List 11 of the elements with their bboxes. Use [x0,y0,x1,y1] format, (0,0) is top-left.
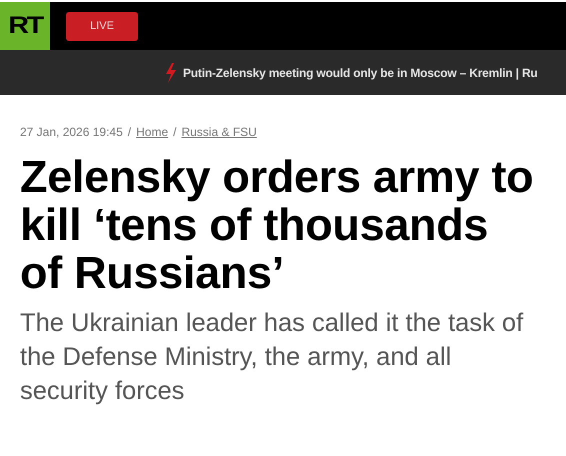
lightning-icon [165,62,177,82]
ticker-headline[interactable]: Putin-Zelensky meeting would only be in Moscow – Kremlin | Ru [183,66,538,80]
breadcrumb-link[interactable]: Home [136,125,168,139]
breadcrumb-separator: / [128,125,132,139]
breadcrumb-link[interactable]: Russia & FSU [181,125,257,139]
article-headline: Zelensky orders army to kill ‘tens of thousands of Russians’ [20,153,534,297]
live-button[interactable]: LIVE [66,12,138,40]
article-summary: The Ukrainian leader has called it the task of the Defense Ministry, the army, and all security forces [20,308,524,407]
breadcrumb-separator: / [173,125,176,139]
publish-date: 27 Jan, 2026 19:45 [20,125,123,139]
logo[interactable]: RT [0,2,50,50]
